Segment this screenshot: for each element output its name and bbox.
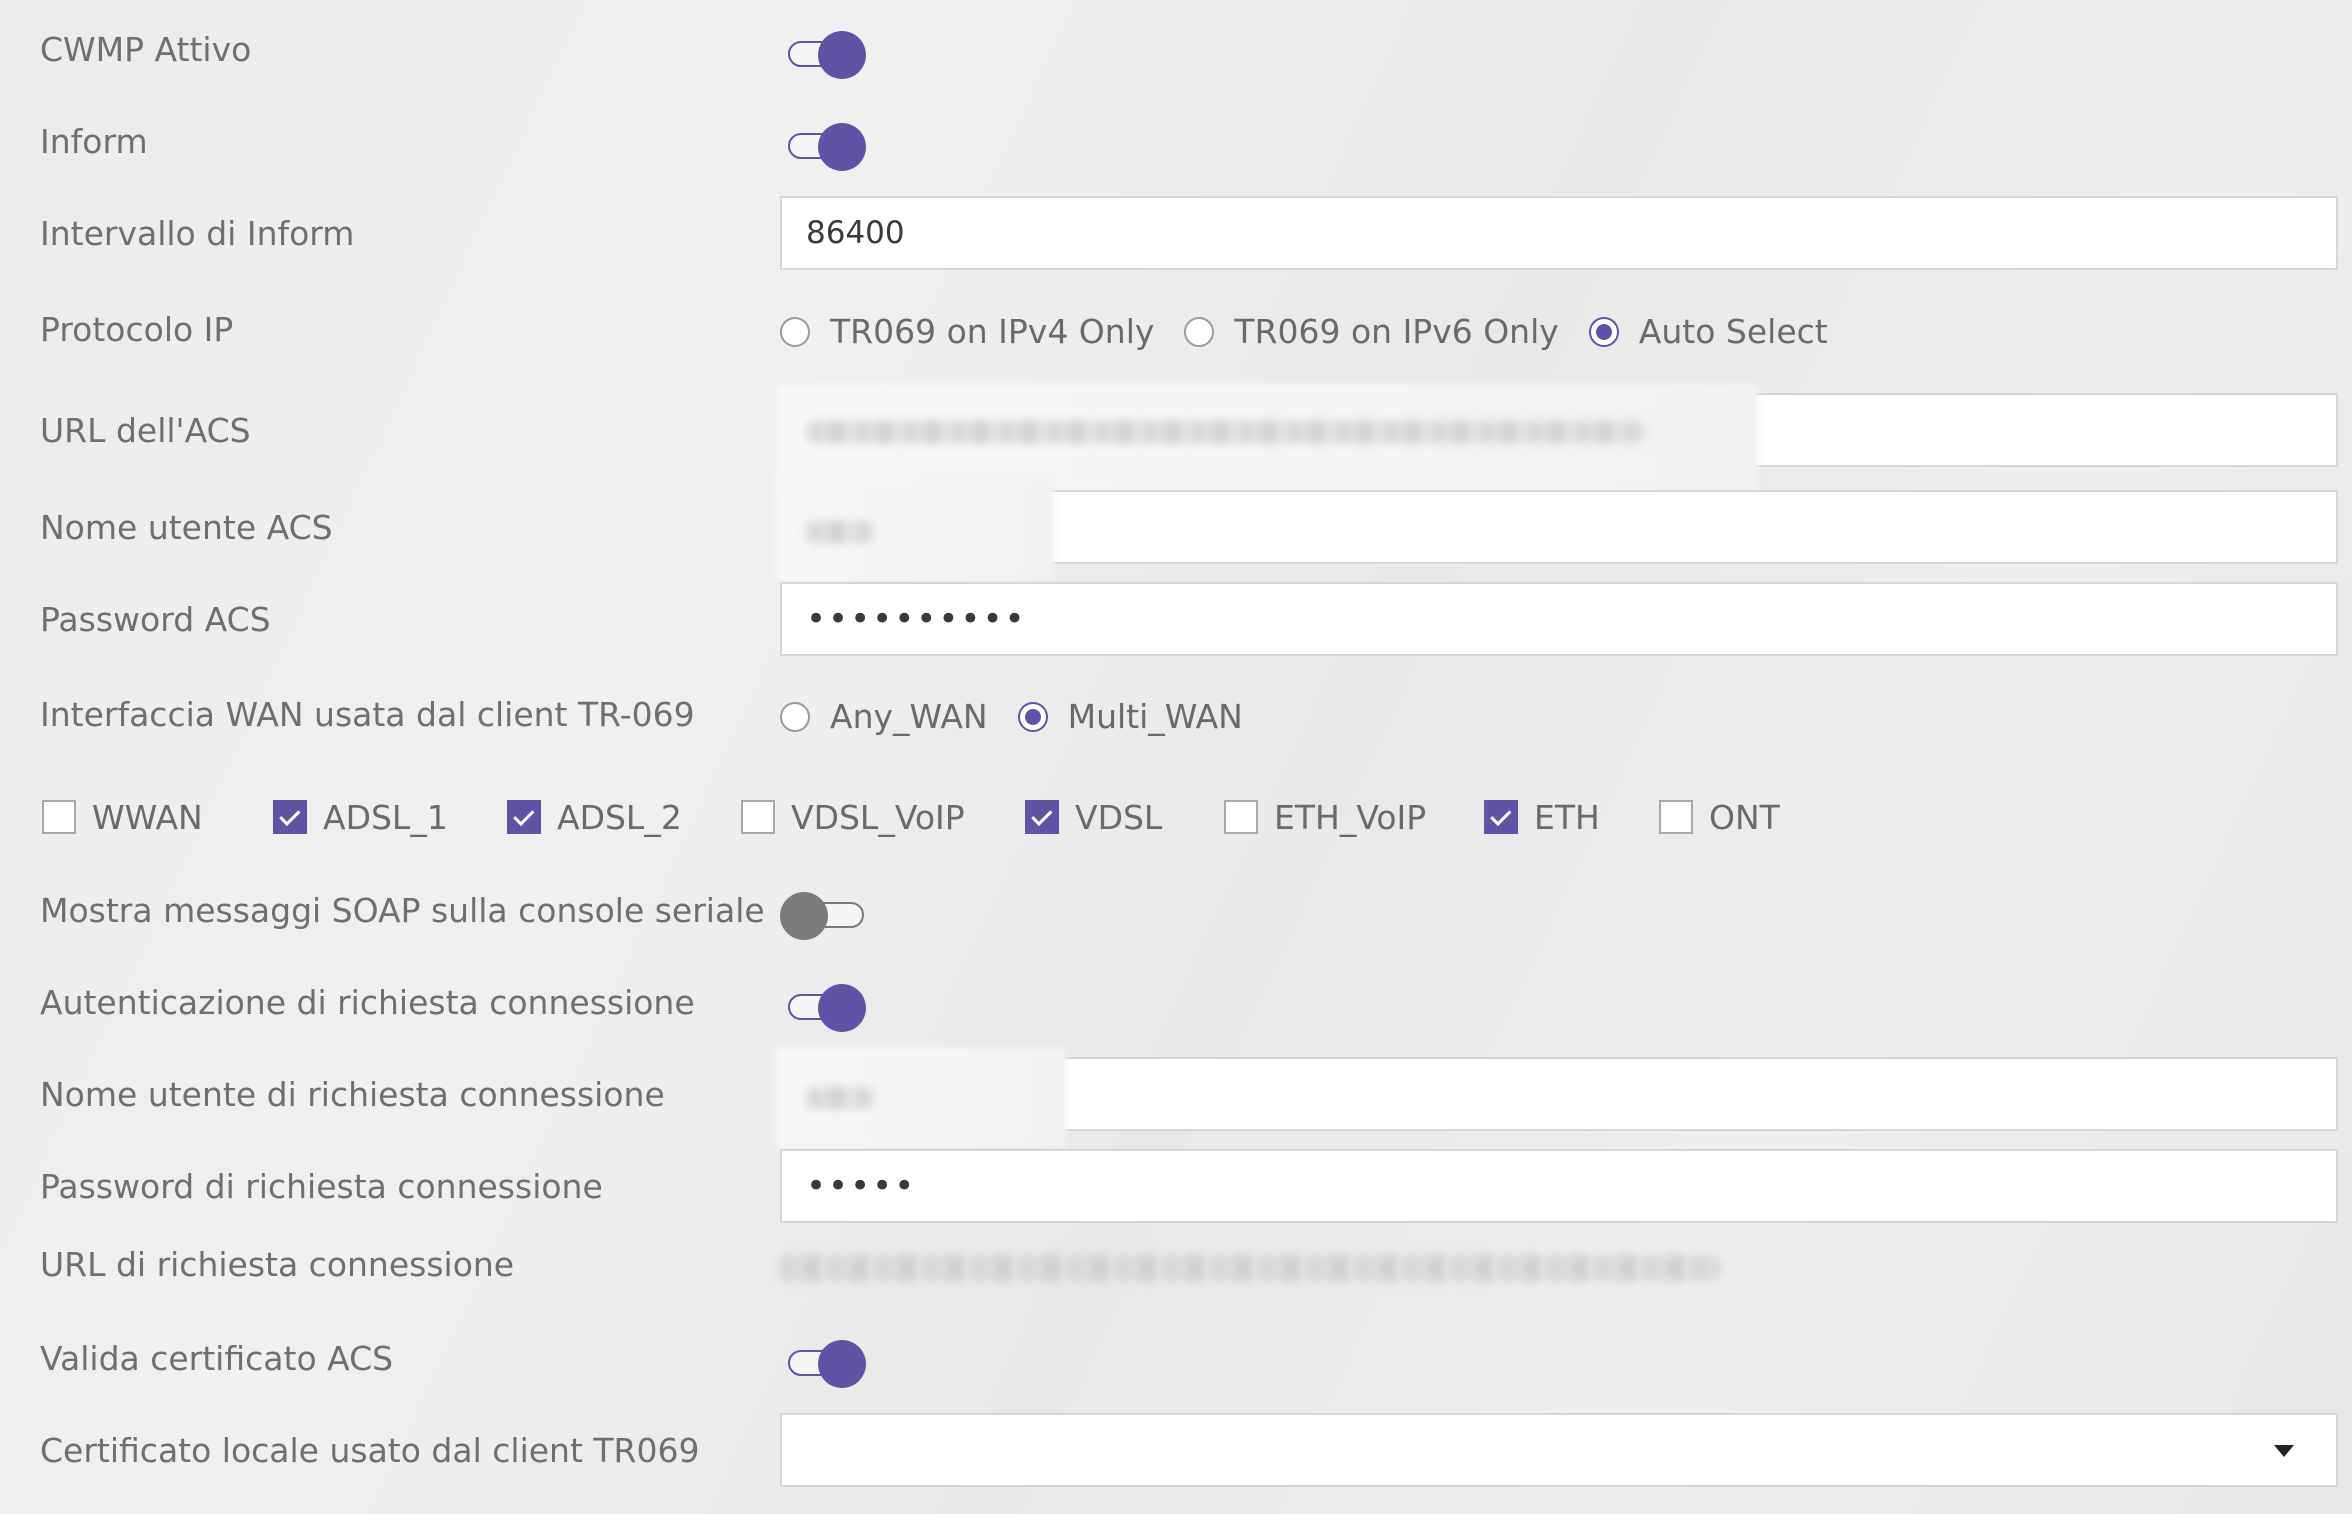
checkbox-checked-icon (507, 800, 541, 834)
wan-checkbox-wwan[interactable]: WWAN (42, 795, 203, 839)
acs-password-input[interactable]: •••••••••• (780, 582, 2338, 656)
wan-checkbox-vdsl[interactable]: VDSL (1025, 795, 1162, 839)
checkbox-icon (42, 800, 76, 834)
wan-checkbox-eth[interactable]: ETH (1484, 795, 1600, 839)
checkbox-icon (1659, 800, 1693, 834)
radio-circle-icon (780, 701, 810, 732)
inform-label: Inform (40, 122, 148, 161)
ip-protocol-radio-group: TR069 on IPv4 Only TR069 on IPv6 Only Au… (780, 312, 1858, 351)
radio-circle-icon (1184, 316, 1215, 347)
local-cert-label: Certificato locale usato dal client TR06… (40, 1431, 700, 1470)
conn-req-auth-label: Autenticazione di richiesta connessione (40, 983, 695, 1022)
wan-checkbox-adsl1[interactable]: ADSL_1 (273, 795, 448, 839)
inform-interval-label: Intervallo di Inform (40, 214, 355, 253)
acs-password-label: Password ACS (40, 600, 271, 639)
checkbox-checked-icon (1025, 800, 1059, 834)
cwmp-active-label: CWMP Attivo (40, 30, 252, 69)
wan-interface-radio-group: Any_WAN Multi_WAN (780, 697, 1273, 736)
wan-any-radio[interactable]: Any_WAN (780, 697, 988, 736)
checkbox-icon (741, 800, 775, 834)
ip-protocol-label: Protocolo IP (40, 310, 234, 349)
ip-protocol-ipv6-radio[interactable]: TR069 on IPv6 Only (1184, 312, 1559, 351)
show-soap-label: Mostra messaggi SOAP sulla console seria… (40, 891, 765, 930)
ip-protocol-auto-radio[interactable]: Auto Select (1588, 312, 1828, 351)
conn-req-username-blurred-text (806, 1087, 876, 1109)
conn-req-url-label: URL di richiesta connessione (40, 1245, 515, 1284)
inform-interval-input[interactable]: 86400 (780, 196, 2338, 270)
radio-selected-icon (1017, 701, 1048, 732)
acs-username-label: Nome utente ACS (40, 508, 333, 547)
wan-multi-radio[interactable]: Multi_WAN (1017, 697, 1243, 736)
acs-url-label: URL dell'ACS (40, 411, 251, 450)
wan-checkbox-row: WWAN ADSL_1 ADSL_2 VDSL_VoIP VDSL ETH_Vo… (0, 795, 2352, 839)
checkbox-checked-icon (1484, 800, 1518, 834)
radio-circle-icon (780, 316, 810, 347)
validate-cert-toggle[interactable] (786, 1340, 866, 1388)
conn-req-username-label: Nome utente di richiesta connessione (40, 1075, 665, 1114)
wan-interface-label: Interfaccia WAN usata dal client TR-069 (40, 695, 695, 734)
checkbox-icon (1224, 800, 1258, 834)
checkbox-checked-icon (273, 800, 307, 834)
dropdown-arrow-icon (2274, 1445, 2294, 1457)
acs-url-blurred-text (806, 421, 1646, 443)
conn-req-password-input[interactable]: ••••• (780, 1149, 2338, 1223)
wan-checkbox-adsl2[interactable]: ADSL_2 (507, 795, 682, 839)
local-cert-select[interactable] (780, 1413, 2338, 1487)
wan-checkbox-eth-voip[interactable]: ETH_VoIP (1224, 795, 1426, 839)
show-soap-toggle[interactable] (780, 892, 866, 940)
cwmp-active-toggle[interactable] (786, 31, 866, 79)
inform-toggle[interactable] (786, 123, 866, 171)
ip-protocol-ipv4-radio[interactable]: TR069 on IPv4 Only (780, 312, 1154, 351)
conn-req-password-label: Password di richiesta connessione (40, 1167, 603, 1206)
radio-selected-icon (1588, 316, 1619, 347)
acs-username-blurred-text (806, 521, 876, 543)
wan-checkbox-ont[interactable]: ONT (1659, 795, 1780, 839)
wan-checkbox-vdsl-voip[interactable]: VDSL_VoIP (741, 795, 965, 839)
conn-req-auth-toggle[interactable] (786, 984, 866, 1032)
conn-req-url-blurred-value (780, 1255, 1720, 1281)
validate-cert-label: Valida certificato ACS (40, 1339, 394, 1378)
